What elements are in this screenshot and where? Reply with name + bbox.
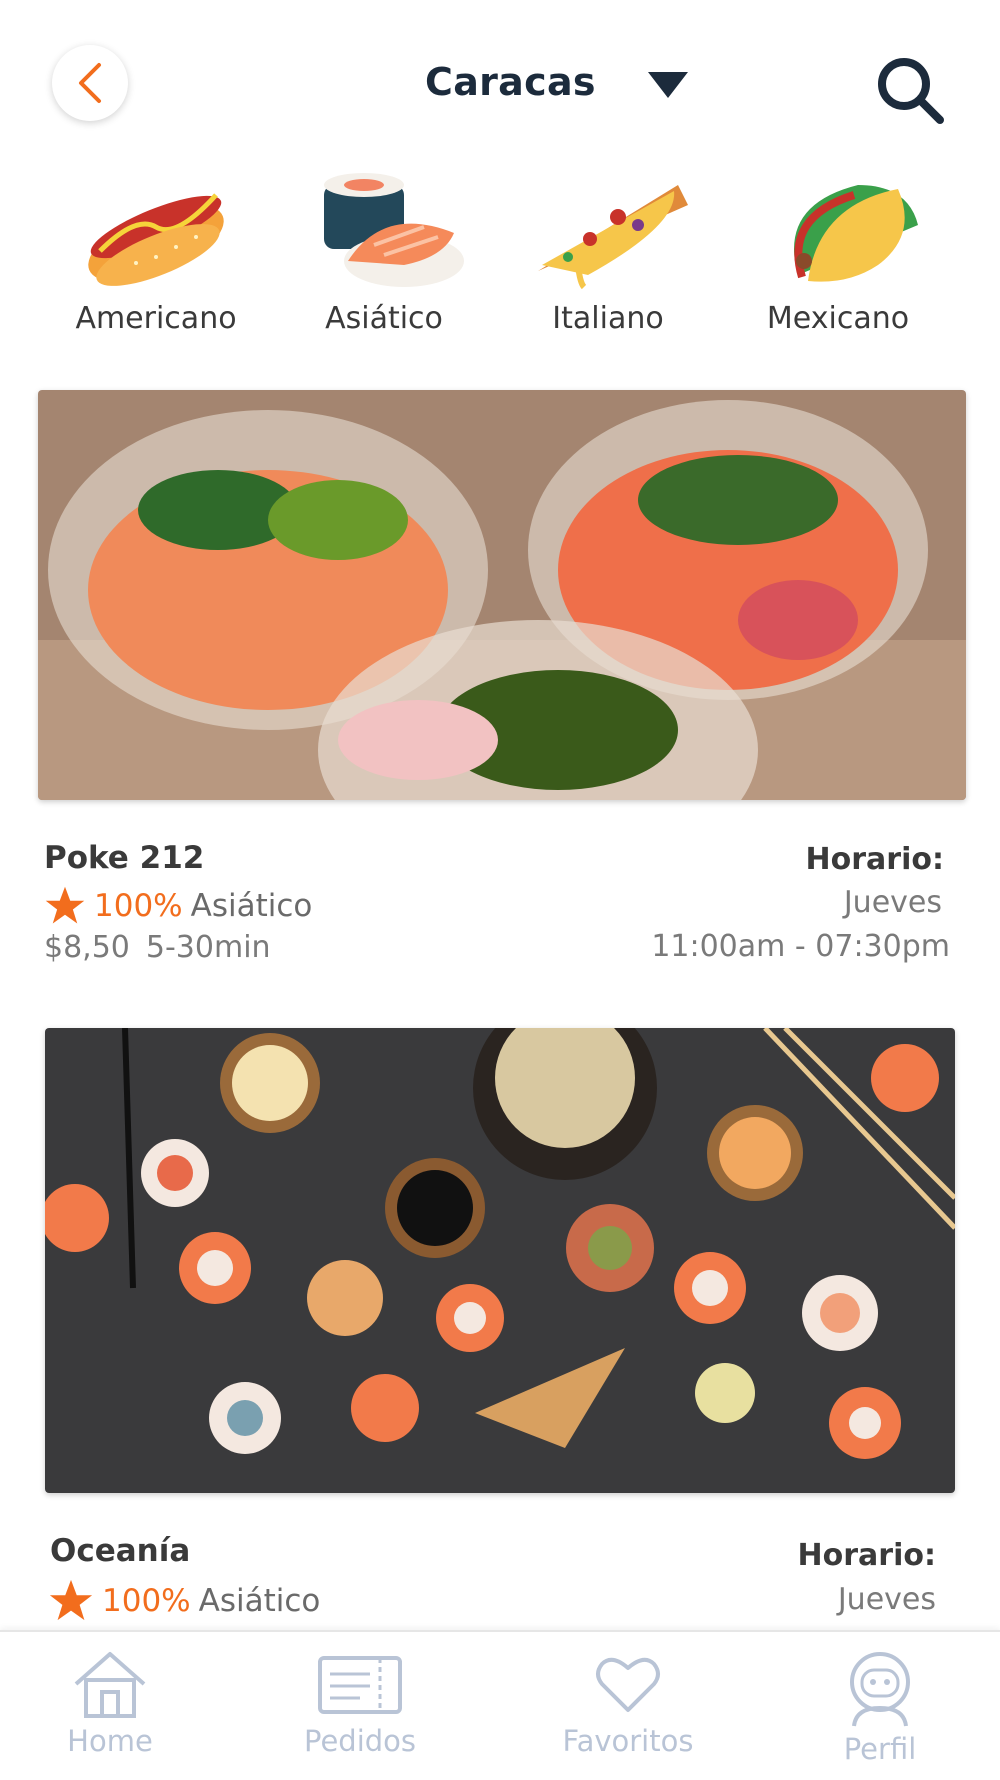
restaurant-image[interactable]: [45, 1028, 955, 1493]
restaurant-name[interactable]: Poke 212: [44, 840, 204, 876]
schedule-day: Jueves: [837, 1582, 936, 1617]
price: $8,50: [44, 930, 130, 965]
schedule-day: Jueves: [843, 885, 942, 920]
rating-line: 100% Asiático: [44, 885, 312, 927]
restaurant-name[interactable]: Oceanía: [50, 1533, 190, 1569]
rating-value: 100%: [102, 1583, 191, 1619]
schedule-label: Horario:: [805, 842, 944, 877]
restaurant-image[interactable]: [38, 390, 966, 800]
nav-label: Perfil: [843, 1732, 917, 1766]
ticket-icon: [318, 1656, 402, 1714]
chevron-left-icon: [79, 63, 101, 103]
category-mexicano[interactable]: Mexicano: [738, 165, 938, 336]
bottom-nav: Home Pedidos Favoritos Perfil: [0, 1630, 1000, 1780]
nav-label: Home: [67, 1724, 153, 1758]
category-italiano[interactable]: Italiano: [508, 165, 708, 336]
sushi-platter-photo: [45, 1028, 955, 1493]
delivery-time: 5-30min: [145, 930, 271, 965]
category-asiatico[interactable]: Asiático: [284, 165, 484, 336]
category-label: Italiano: [552, 301, 664, 336]
schedule-label: Horario:: [797, 1538, 936, 1573]
category-label: Asiático: [325, 301, 443, 336]
back-button[interactable]: [52, 45, 128, 121]
nav-favoritos[interactable]: Favoritos: [528, 1648, 728, 1758]
hotdog-icon: [88, 193, 224, 286]
nav-home[interactable]: Home: [10, 1648, 210, 1758]
schedule-hours: 11:00am - 07:30pm: [651, 929, 950, 964]
search-icon[interactable]: [870, 50, 950, 130]
cuisine-label: Asiático: [198, 1583, 321, 1619]
taco-icon: [794, 185, 918, 282]
nav-label: Pedidos: [303, 1724, 417, 1758]
caret-down-icon[interactable]: [648, 72, 688, 100]
star-icon: [45, 886, 85, 924]
cuisine-label: Asiático: [190, 888, 313, 924]
nav-label: Favoritos: [562, 1724, 694, 1758]
pizza-icon: [538, 185, 688, 290]
category-label: Americano: [75, 301, 237, 336]
city-title[interactable]: Caracas: [425, 60, 596, 104]
price-line: $8,50 5-30min: [44, 930, 271, 965]
sushi-icon: [324, 173, 464, 287]
home-icon: [74, 1652, 146, 1718]
star-icon: [49, 1579, 93, 1621]
category-americano[interactable]: Americano: [56, 165, 256, 336]
nav-perfil[interactable]: Perfil: [780, 1648, 980, 1766]
astronaut-icon: [850, 1652, 910, 1727]
rating-line: 100% Asiático: [48, 1578, 320, 1624]
heart-icon: [596, 1657, 660, 1712]
rating-value: 100%: [94, 888, 183, 924]
poke-bowls-photo: [38, 390, 966, 800]
nav-pedidos[interactable]: Pedidos: [260, 1648, 460, 1758]
category-label: Mexicano: [766, 301, 910, 336]
